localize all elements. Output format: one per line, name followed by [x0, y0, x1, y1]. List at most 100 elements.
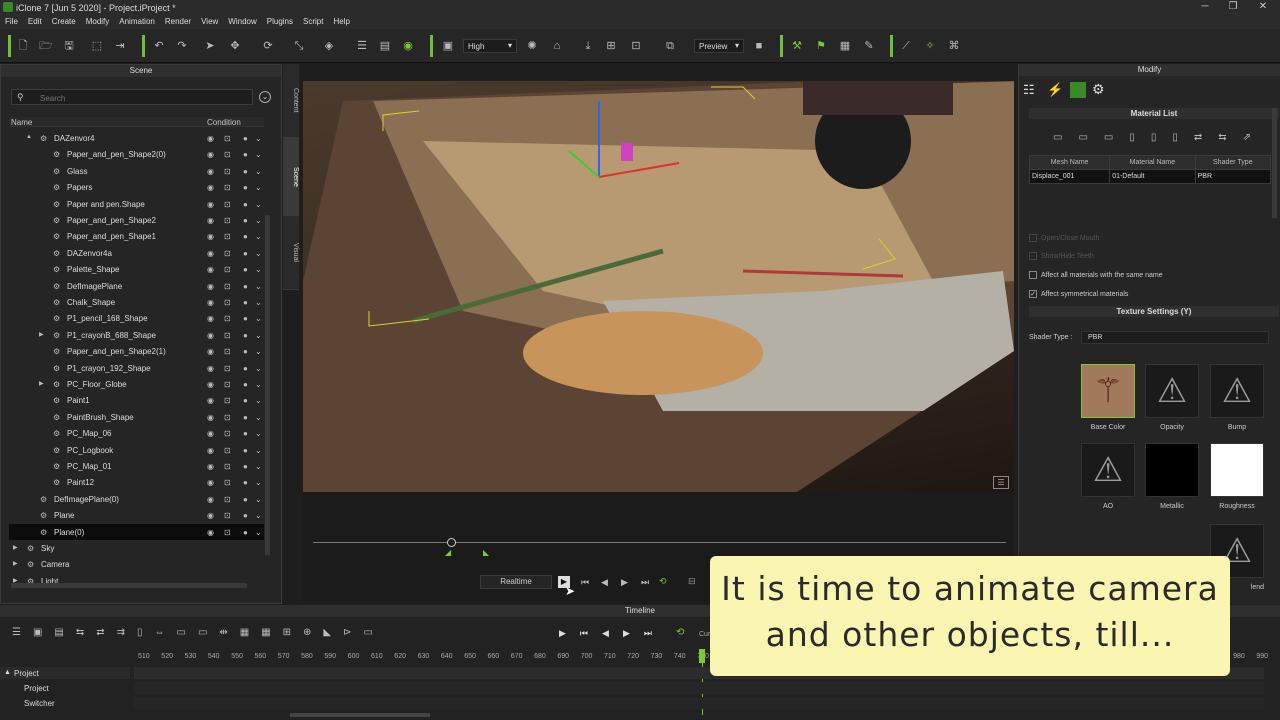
realtime-dropdown[interactable]: Realtime — [480, 575, 552, 589]
list-item[interactable]: ▶ ⚙ Camera — [9, 556, 264, 572]
list-item[interactable]: ⚙ Paper_and_pen_Shape2(1) ◉ ⊡ ● ⌄ — [9, 343, 264, 359]
restore-button[interactable]: ❐ — [1226, 1, 1240, 13]
menu-icon[interactable]: ⌄ — [255, 364, 262, 373]
affect-sym-checkbox[interactable]: ✓ Affect symmetrical materials — [1029, 290, 1128, 298]
material-tab-icon[interactable] — [1070, 82, 1086, 98]
texture-settings-header[interactable]: Texture Settings (Y) — [1029, 306, 1279, 317]
shade-icon[interactable]: ● — [243, 183, 248, 192]
tab-content[interactable]: Content — [283, 64, 299, 138]
eye-icon[interactable]: ◉ — [207, 232, 214, 241]
shader-type-select[interactable]: PBR — [1081, 331, 1269, 344]
expand-icon[interactable]: ▶ — [39, 331, 44, 338]
close-button[interactable]: ✕ — [1256, 1, 1270, 13]
eye-icon[interactable]: ◉ — [207, 331, 214, 340]
goto-start-icon[interactable]: ⏮ — [581, 577, 589, 588]
expand-icon[interactable]: ▶ — [39, 380, 44, 387]
snap-icon[interactable]: ⊡ — [629, 39, 643, 53]
list-item[interactable]: ⚙ Glass ◉ ⊡ ● ⌄ — [9, 163, 264, 179]
eye-icon[interactable]: ◉ — [207, 282, 214, 291]
list-item[interactable]: ▶ ⚙ PC_Floor_Globe ◉ ⊡ ● ⌄ — [9, 376, 264, 392]
home-icon[interactable]: ⌂ — [550, 39, 564, 53]
menu-item-view[interactable]: View — [196, 15, 223, 29]
texture-bump[interactable]: ⚠ Bump — [1210, 364, 1264, 431]
menu-icon[interactable]: ⌄ — [255, 216, 262, 225]
shade-icon[interactable]: ● — [243, 167, 248, 176]
menu-item-animation[interactable]: Animation — [114, 15, 160, 29]
visibility-eye-icon[interactable]: ◉ — [401, 39, 415, 53]
affect-same-checkbox[interactable]: Affect all materials with the same name — [1029, 271, 1163, 279]
texture-ao[interactable]: ⚠ AO — [1081, 443, 1135, 510]
eye-icon[interactable]: ◉ — [207, 364, 214, 373]
shade-icon[interactable]: ● — [243, 380, 248, 389]
minimize-button[interactable]: ─ — [1198, 1, 1212, 13]
expand-icon[interactable]: ▲ — [26, 134, 32, 140]
shade-icon[interactable]: ● — [243, 232, 248, 241]
quality-dropdown[interactable]: High — [463, 39, 517, 53]
select-arrow-icon[interactable]: ➤ — [203, 39, 217, 53]
lock-icon[interactable]: ⊡ — [224, 331, 231, 340]
shade-icon[interactable]: ● — [243, 462, 248, 471]
list-item[interactable]: ⚙ Paper_and_pen_Shape2(0) ◉ ⊡ ● ⌄ — [9, 146, 264, 162]
lock-icon[interactable]: ⊡ — [224, 364, 231, 373]
menu-item-help[interactable]: Help — [328, 15, 354, 29]
list-item[interactable]: ⚙ Paper and pen.Shape ◉ ⊡ ● ⌄ — [9, 196, 264, 212]
eye-icon[interactable]: ◉ — [207, 150, 214, 159]
tab-visual[interactable]: Visual — [283, 216, 299, 290]
shade-icon[interactable]: ● — [243, 249, 248, 258]
timeline-transport[interactable]: ▶⏮◀▶⏭ — [559, 628, 666, 639]
shade-icon[interactable]: ● — [243, 495, 248, 504]
new-file-icon[interactable]: 🗋 — [16, 39, 30, 53]
clipboard-icon[interactable]: ▦ — [838, 39, 852, 53]
menu-icon[interactable]: ⌄ — [255, 347, 262, 356]
lock-icon[interactable]: ⊡ — [224, 429, 231, 438]
shade-icon[interactable]: ● — [243, 331, 248, 340]
lock-icon[interactable]: ⊡ — [224, 265, 231, 274]
list-item[interactable]: ⚙ PC_Map_06 ◉ ⊡ ● ⌄ — [9, 425, 264, 441]
eye-icon[interactable]: ◉ — [207, 413, 214, 422]
menu-icon[interactable]: ⌄ — [255, 462, 262, 471]
list-item[interactable]: ⚙ DefImagePlane ◉ ⊡ ● ⌄ — [9, 278, 264, 294]
lock-icon[interactable]: ⊡ — [224, 511, 231, 520]
search-input[interactable]: ⚲ Search — [11, 89, 253, 105]
menu-item-script[interactable]: Script — [298, 15, 328, 29]
lock-icon[interactable]: ⊡ — [224, 232, 231, 241]
grid-icon[interactable]: ⊞ — [604, 39, 618, 53]
timeline-hscrollbar[interactable] — [290, 713, 430, 717]
menu-icon[interactable]: ⌄ — [255, 396, 262, 405]
menu-icon[interactable]: ⌄ — [255, 183, 262, 192]
eye-icon[interactable]: ◉ — [207, 528, 214, 537]
list-item[interactable]: ⚙ Papers ◉ ⊡ ● ⌄ — [9, 179, 264, 195]
scene-hscrollbar[interactable] — [11, 583, 247, 588]
shade-icon[interactable]: ● — [243, 528, 248, 537]
menu-icon[interactable]: ⌄ — [255, 200, 262, 209]
eye-icon[interactable]: ◉ — [207, 446, 214, 455]
rotate-icon[interactable]: ⟳ — [261, 39, 275, 53]
timeline-loop-icon[interactable]: ⟲ — [676, 627, 684, 638]
track-project[interactable]: Project — [0, 682, 130, 694]
list-item[interactable]: ⚙ Palette_Shape ◉ ⊡ ● ⌄ — [9, 261, 264, 277]
menu-icon[interactable]: ⌄ — [255, 249, 262, 258]
menu-icon[interactable]: ⌄ — [255, 478, 262, 487]
shade-icon[interactable]: ● — [243, 413, 248, 422]
render-mode-dropdown[interactable]: Preview — [694, 39, 744, 53]
menu-icon[interactable]: ⌄ — [255, 282, 262, 291]
eye-icon[interactable]: ◉ — [207, 183, 214, 192]
material-tools[interactable]: ▭▭▭▯▯▯⇄⇆⇗ — [1053, 132, 1267, 143]
texture-metallic[interactable]: Metallic — [1145, 443, 1199, 510]
lock-icon[interactable]: ⊡ — [224, 200, 231, 209]
shade-icon[interactable]: ● — [243, 216, 248, 225]
menu-icon[interactable]: ⌄ — [255, 232, 262, 241]
texture-roughness[interactable]: Roughness — [1210, 443, 1264, 510]
list-item[interactable]: ⚙ Paint12 ◉ ⊡ ● ⌄ — [9, 474, 264, 490]
eye-icon[interactable]: ◉ — [207, 200, 214, 209]
menu-icon[interactable]: ⌄ — [255, 167, 262, 176]
shade-icon[interactable]: ● — [243, 396, 248, 405]
list-item[interactable]: ▶ ⚙ Sky — [9, 540, 264, 556]
menu-icon[interactable]: ⌄ — [255, 265, 262, 274]
list-item[interactable]: ⚙ PaintBrush_Shape ◉ ⊡ ● ⌄ — [9, 409, 264, 425]
prev-frame-icon[interactable]: ◀ — [601, 577, 608, 588]
menu-icon[interactable]: ⌄ — [255, 134, 262, 143]
eye-icon[interactable]: ◉ — [207, 347, 214, 356]
shade-icon[interactable]: ● — [243, 478, 248, 487]
eye-icon[interactable]: ◉ — [207, 478, 214, 487]
